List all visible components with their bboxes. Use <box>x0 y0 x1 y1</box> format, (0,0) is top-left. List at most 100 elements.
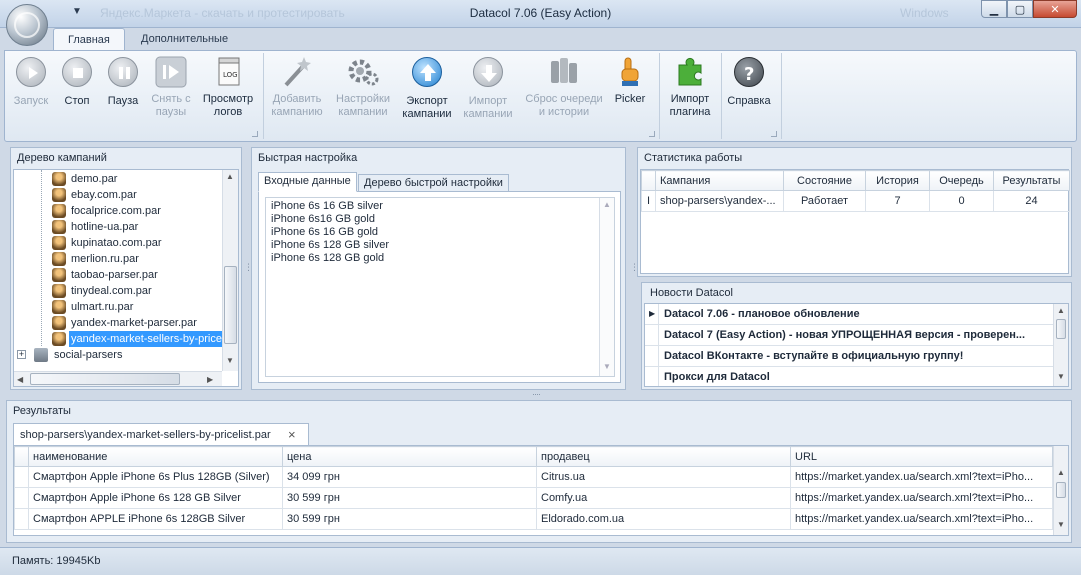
stats-row[interactable]: I shop-parsers\yandex-... Работает 7 0 2… <box>641 190 1070 212</box>
scroll-thumb[interactable] <box>1056 482 1066 498</box>
stats-corner <box>641 170 656 191</box>
results-corner <box>14 446 29 467</box>
quick-setup-title: Быстрая настройка <box>258 152 358 164</box>
input-line: iPhone 6s16 GB gold <box>271 213 375 225</box>
results-scrollbar[interactable]: ▲ ▼ <box>1053 446 1068 535</box>
news-title: Новости Datacol <box>650 287 733 299</box>
results-file-tab[interactable]: shop-parsers\yandex-market-sellers-by-pr… <box>13 423 309 445</box>
input-data-textarea[interactable]: iPhone 6s 16 GB silver iPhone 6s16 GB go… <box>265 197 615 377</box>
expand-icon[interactable]: + <box>17 350 26 359</box>
stats-col-queue[interactable]: Очередь <box>929 170 994 191</box>
scroll-up-icon[interactable]: ▲ <box>603 200 611 209</box>
textarea-scrollbar[interactable]: ▲ ▼ <box>599 198 614 376</box>
quick-setup-panel: Быстрая настройка Входные данные Дерево … <box>251 147 626 390</box>
import-campaign-button[interactable]: Импорт кампании <box>461 55 515 131</box>
stats-queue-cell: 0 <box>929 190 994 212</box>
price-cell: 30 599 грн <box>282 487 537 509</box>
input-line: iPhone 6s 16 GB silver <box>271 200 383 212</box>
pointing-hand-icon <box>621 57 639 86</box>
news-scrollbar[interactable]: ▲ ▼ <box>1053 304 1068 386</box>
upload-arrow-icon <box>412 57 442 87</box>
price-cell: 34 099 грн <box>282 466 537 488</box>
scroll-down-icon[interactable]: ▼ <box>226 356 234 365</box>
tree-vertical-scrollbar[interactable]: ▲ ▼ <box>222 170 238 371</box>
results-panel: Результаты shop-parsers\yandex-market-se… <box>6 400 1072 543</box>
unpause-button[interactable]: Снять с паузы <box>147 55 195 131</box>
url-cell[interactable]: https://market.yandex.ua/search.xml?text… <box>790 508 1053 530</box>
stats-col-campaign[interactable]: Кампания <box>655 170 784 191</box>
pause-button[interactable]: Пауза <box>103 55 143 131</box>
scroll-thumb[interactable] <box>1056 319 1066 339</box>
scroll-down-icon[interactable]: ▼ <box>1057 372 1065 381</box>
scroll-left-icon[interactable]: ◀ <box>17 375 23 384</box>
table-row[interactable]: Смартфон Apple iPhone 6s 128 GB Silver 3… <box>14 487 1053 509</box>
close-tab-icon[interactable]: × <box>288 427 296 442</box>
window-title: Datacol 7.06 (Easy Action) <box>469 6 612 20</box>
scroll-thumb[interactable] <box>224 266 237 344</box>
reset-queue-button[interactable]: Сброс очереди и истории <box>521 55 607 131</box>
seller-cell: Eldorado.com.ua <box>536 508 791 530</box>
scroll-up-icon[interactable]: ▲ <box>1057 468 1065 477</box>
magic-wand-icon <box>284 57 311 87</box>
close-button[interactable]: ✕ <box>1033 0 1077 18</box>
resume-icon <box>155 56 187 88</box>
tab-input-data[interactable]: Входные данные <box>258 172 357 192</box>
help-button[interactable]: ? Справка <box>725 55 773 131</box>
stop-button[interactable]: Стоп <box>57 55 97 131</box>
results-col-price[interactable]: цена <box>282 446 537 467</box>
scroll-down-icon[interactable]: ▼ <box>1057 520 1065 529</box>
svg-text:LOG: LOG <box>223 71 238 79</box>
scroll-up-icon[interactable]: ▲ <box>226 172 234 181</box>
tab-main[interactable]: Главная <box>53 28 125 50</box>
url-cell[interactable]: https://market.yandex.ua/search.xml?text… <box>790 466 1053 488</box>
reset-bots-icon <box>551 58 577 83</box>
results-col-name[interactable]: наименование <box>28 446 283 467</box>
name-cell: Смартфон APPLE iPhone 6s 128GB Silver <box>28 508 283 530</box>
scroll-up-icon[interactable]: ▲ <box>1057 306 1065 315</box>
view-logs-button[interactable]: LOG Просмотр логов <box>201 55 255 131</box>
splitter-grip-left[interactable]: ⋮ <box>244 262 253 273</box>
scroll-thumb-horizontal[interactable] <box>30 373 180 385</box>
seller-cell: Comfy.ua <box>536 487 791 509</box>
tab-additional[interactable]: Дополнительные <box>127 28 242 50</box>
news-item[interactable]: Datacol ВКонтакте - вступайте в официаль… <box>645 346 1053 367</box>
puzzle-piece-icon <box>678 57 702 86</box>
quick-access-dropdown-icon[interactable]: ▼ <box>72 6 82 17</box>
minimize-button[interactable]: ▁ <box>981 0 1007 18</box>
campaign-tree-panel: Дерево кампаний demo.par ebay.com.par fo… <box>10 147 242 390</box>
scroll-right-icon[interactable]: ▶ <box>207 375 213 384</box>
add-campaign-button[interactable]: Добавить кампанию <box>267 55 327 131</box>
tree-horizontal-scrollbar[interactable]: ◀ ▶ <box>14 371 222 386</box>
maximize-button[interactable]: ▢ <box>1007 0 1033 18</box>
results-col-url[interactable]: URL <box>790 446 1053 467</box>
scroll-down-icon[interactable]: ▼ <box>603 362 611 371</box>
splitter-grip-right[interactable]: ⋮ <box>630 262 639 273</box>
table-row[interactable]: Смартфон APPLE iPhone 6s 128GB Silver 30… <box>14 508 1053 530</box>
news-item[interactable]: Datacol 7 (Easy Action) - новая УПРОЩЕНН… <box>645 325 1053 346</box>
campaign-settings-button[interactable]: Настройки кампании <box>333 55 393 131</box>
news-item[interactable]: ▶ Datacol 7.06 - плановое обновление <box>645 304 1053 325</box>
results-col-seller[interactable]: продавец <box>536 446 791 467</box>
tab-quick-settings-tree[interactable]: Дерево быстрой настройки <box>358 174 509 192</box>
seller-cell: Citrus.ua <box>536 466 791 488</box>
stats-col-results[interactable]: Результаты <box>993 170 1070 191</box>
news-item[interactable]: Прокси для Datacol <box>645 367 1053 386</box>
stats-col-state[interactable]: Состояние <box>783 170 866 191</box>
start-button[interactable]: Запуск <box>11 55 51 131</box>
statistics-panel: Статистика работы Кампания Состояние Ист… <box>637 147 1072 277</box>
picker-button[interactable]: Picker <box>609 55 651 131</box>
splitter-grip-horizontal[interactable]: ···· <box>532 389 541 399</box>
import-plugin-button[interactable]: Импорт плагина <box>663 55 717 131</box>
url-cell[interactable]: https://market.yandex.ua/search.xml?text… <box>790 487 1053 509</box>
stop-icon <box>62 57 92 87</box>
application-orb-icon[interactable] <box>6 4 48 46</box>
log-document-icon: LOG <box>218 57 240 86</box>
export-campaign-button[interactable]: Экспорт кампании <box>400 55 454 131</box>
name-cell: Смартфон Apple iPhone 6s 128 GB Silver <box>28 487 283 509</box>
table-row[interactable]: Смартфон Apple iPhone 6s Plus 128GB (Sil… <box>14 466 1053 488</box>
campaign-tree: demo.par ebay.com.par focalprice.com.par… <box>13 169 239 387</box>
stats-results-cell: 24 <box>993 190 1070 212</box>
stats-col-history[interactable]: История <box>865 170 930 191</box>
bot-icon <box>52 300 66 314</box>
stats-campaign-cell[interactable]: shop-parsers\yandex-... <box>655 190 784 212</box>
